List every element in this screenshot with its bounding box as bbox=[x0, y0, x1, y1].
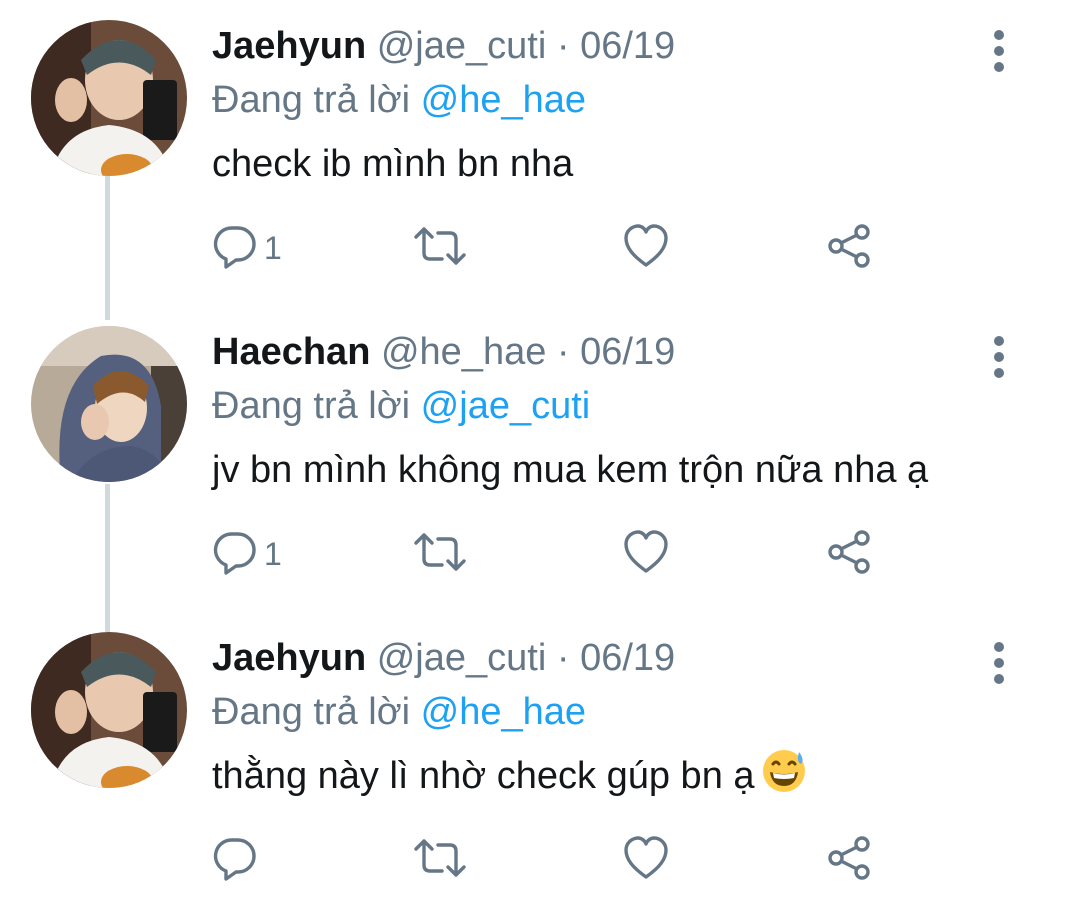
tweet-header: Jaehyun @jae_cuti · 06/19 bbox=[212, 632, 675, 684]
replying-to: Đang trả lời @jae_cuti bbox=[212, 380, 590, 432]
share-button[interactable] bbox=[826, 220, 874, 276]
share-icon bbox=[826, 528, 874, 581]
author-name[interactable]: Haechan bbox=[212, 331, 370, 373]
avatar[interactable] bbox=[31, 632, 187, 788]
heart-icon bbox=[622, 835, 670, 886]
mention-link[interactable]: @jae_cuti bbox=[421, 385, 591, 427]
share-button[interactable] bbox=[826, 526, 874, 582]
avatar[interactable] bbox=[31, 20, 187, 176]
tweet-actions: 1 bbox=[212, 526, 912, 586]
more-vertical-icon[interactable] bbox=[985, 334, 1013, 380]
author-handle[interactable]: @jae_cuti bbox=[377, 25, 547, 67]
more-vertical-icon[interactable] bbox=[985, 640, 1013, 686]
retweet-button[interactable] bbox=[412, 526, 468, 582]
reply-button[interactable] bbox=[212, 832, 264, 888]
separator-dot: · bbox=[556, 331, 570, 373]
author-handle[interactable]: @jae_cuti bbox=[377, 637, 547, 679]
retweet-button[interactable] bbox=[412, 832, 468, 888]
reply-button[interactable]: 1 bbox=[212, 526, 282, 582]
tweet-header: Haechan @he_hae · 06/19 bbox=[212, 326, 675, 378]
replying-to-label: Đang trả lời bbox=[212, 79, 411, 121]
like-button[interactable] bbox=[622, 526, 670, 582]
mention-link[interactable]: @he_hae bbox=[421, 79, 586, 121]
tweet-actions bbox=[212, 832, 912, 892]
author-name[interactable]: Jaehyun bbox=[212, 25, 366, 67]
retweet-button[interactable] bbox=[412, 220, 468, 276]
retweet-icon bbox=[412, 529, 468, 580]
replying-to-label: Đang trả lời bbox=[212, 385, 411, 427]
tweet-date[interactable]: 06/19 bbox=[580, 637, 675, 679]
retweet-icon bbox=[412, 835, 468, 886]
tweet-header: Jaehyun @jae_cuti · 06/19 bbox=[212, 20, 675, 72]
reply-count: 1 bbox=[264, 535, 282, 572]
replying-to: Đang trả lời @he_hae bbox=[212, 686, 586, 738]
tweet-date[interactable]: 06/19 bbox=[580, 25, 675, 67]
reply-icon bbox=[212, 223, 258, 274]
tweet-text-content: thằng này lì nhờ check gúp bn ạ bbox=[212, 755, 755, 797]
separator-dot: · bbox=[556, 25, 570, 67]
separator-dot: · bbox=[556, 637, 570, 679]
heart-icon bbox=[622, 529, 670, 580]
more-vertical-icon[interactable] bbox=[985, 28, 1013, 74]
reply-button[interactable]: 1 bbox=[212, 220, 282, 276]
heart-icon bbox=[622, 223, 670, 274]
share-icon bbox=[826, 222, 874, 275]
avatar[interactable] bbox=[31, 326, 187, 482]
retweet-icon bbox=[412, 223, 468, 274]
reply-count: 1 bbox=[264, 229, 282, 266]
tweet-text: jv bn mình không mua kem trộn nữa nha ạ bbox=[212, 449, 929, 491]
thread-line bbox=[105, 484, 110, 632]
author-name[interactable]: Jaehyun bbox=[212, 637, 366, 679]
mention-link[interactable]: @he_hae bbox=[421, 691, 586, 733]
share-icon bbox=[826, 834, 874, 887]
replying-to: Đang trả lời @he_hae bbox=[212, 74, 586, 126]
tweet-date[interactable]: 06/19 bbox=[580, 331, 675, 373]
share-button[interactable] bbox=[826, 832, 874, 888]
tweet-text: thằng này lì nhờ check gúp bn ạ bbox=[212, 748, 807, 804]
reply-icon bbox=[212, 835, 258, 886]
like-button[interactable] bbox=[622, 220, 670, 276]
tweet-actions: 1 bbox=[212, 220, 912, 280]
grinning-sweat-emoji bbox=[761, 748, 807, 810]
author-handle[interactable]: @he_hae bbox=[381, 331, 546, 373]
replying-to-label: Đang trả lời bbox=[212, 691, 411, 733]
reply-icon bbox=[212, 529, 258, 580]
like-button[interactable] bbox=[622, 832, 670, 888]
thread-line bbox=[105, 160, 110, 320]
tweet-text: check ib mình bn nha bbox=[212, 143, 574, 185]
